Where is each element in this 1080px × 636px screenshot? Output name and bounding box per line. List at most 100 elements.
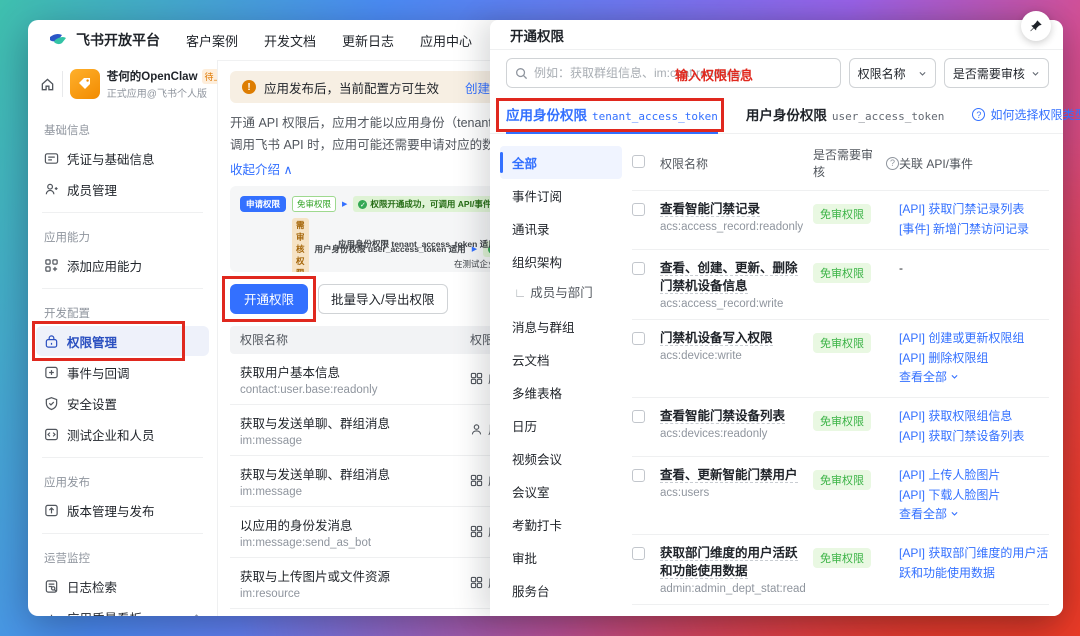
feishu-logo-icon (48, 30, 68, 50)
pin-icon (1029, 19, 1043, 33)
person-icon (470, 423, 483, 436)
brand-name: 飞书开放平台 (76, 30, 160, 50)
permission-row[interactable]: 获取用户维度的用户活跃和功能使用数据admin:admin_user_stat:… (632, 604, 1049, 612)
api-link[interactable]: [事件] 新增门禁访问记录 (899, 220, 1049, 240)
api-link[interactable]: [API] 下载人脸图片 (899, 486, 1049, 506)
permission-title: 门禁机设备写入权限 (660, 331, 773, 346)
checkbox-cell (632, 200, 660, 221)
nav-item-应用中心[interactable]: 应用中心 (420, 31, 472, 50)
permission-row[interactable]: 查看、创建、更新、删除门禁机设备信息acs:access_record:writ… (632, 249, 1049, 319)
permission-cell: 获取用户基本信息contact:user.base:readonly (230, 362, 470, 396)
permission-row[interactable]: 门禁机设备写入权限acs:device:write免审权限[API] 创建或更新… (632, 319, 1049, 397)
brand[interactable]: 飞书开放平台 (48, 30, 160, 50)
category-视频会议[interactable]: 视频会议 (500, 442, 622, 475)
sidebar-item-测试企业和人员[interactable]: 测试企业和人员 (36, 419, 209, 449)
row-checkbox[interactable] (632, 332, 645, 345)
nav-item-客户案例[interactable]: 客户案例 (186, 31, 238, 50)
check-icon: ✓ (358, 200, 367, 209)
row-checkbox[interactable] (632, 203, 645, 216)
review-cell: 免审权限 (813, 544, 899, 568)
app-icon (70, 69, 100, 99)
batch-import-export-button[interactable]: 批量导入/导出权限 (318, 284, 447, 314)
tab-tenant-access-token[interactable]: 应用身份权限 tenant_access_token (506, 104, 718, 134)
category-会议室[interactable]: 会议室 (500, 475, 622, 508)
permission-row[interactable]: 获取部门维度的用户活跃和功能使用数据admin:admin_dept_stat:… (632, 534, 1049, 604)
user-icon (44, 182, 59, 197)
flow-free-result: ✓权限开通成功，可调用 API/事件 (353, 196, 496, 212)
open-permission-button[interactable]: 开通权限 (230, 284, 308, 314)
sidebar-item-日志检索[interactable]: 日志检索 (36, 571, 209, 601)
row-checkbox[interactable] (632, 469, 645, 482)
sidebar-item-安全设置[interactable]: 安全设置 (36, 388, 209, 418)
row-checkbox[interactable] (632, 410, 645, 423)
sidebar-item-添加应用能力[interactable]: 添加应用能力 (36, 250, 209, 280)
permission-code: im:message:send_as_bot (240, 537, 470, 549)
category-list: 全部事件订阅通讯录组织架构∟成员与部门消息与群组云文档多维表格日历视频会议会议室… (490, 134, 622, 612)
category-事件订阅[interactable]: 事件订阅 (500, 179, 622, 212)
view-all-link[interactable]: 查看全部 (899, 368, 1049, 388)
category-组织架构[interactable]: 组织架构 (500, 245, 622, 278)
app-switcher[interactable]: 苍何的OpenClaw待上线 正式应用@飞书个人版 (28, 60, 217, 110)
free-review-tag: 免审权限 (813, 263, 871, 283)
row-checkbox[interactable] (632, 262, 645, 275)
permission-name-filter[interactable]: 权限名称 (849, 58, 936, 88)
permission-code: contact:user.base:readonly (240, 384, 470, 396)
permission-rows: 查看智能门禁记录acs:access_record:readonly免审权限[A… (632, 190, 1049, 612)
pin-button[interactable] (1021, 11, 1051, 41)
grid-plus-icon (44, 258, 59, 273)
select-all-checkbox[interactable] (632, 155, 645, 168)
api-link[interactable]: [API] 获取门禁设备列表 (899, 427, 1049, 447)
chevron-down-icon (950, 505, 959, 525)
category-通讯录[interactable]: 通讯录 (500, 212, 622, 245)
api-link[interactable]: [API] 获取门禁记录列表 (899, 200, 1049, 220)
sidebar: 苍何的OpenClaw待上线 正式应用@飞书个人版 基础信息凭证与基础信息成员管… (28, 60, 218, 616)
api-link[interactable]: [API] 获取部门维度的用户活跃和功能使用数据 (899, 544, 1049, 584)
sidebar-item-label: 应用质量看板 (67, 608, 142, 617)
code-icon (44, 427, 59, 442)
category-云文档[interactable]: 云文档 (500, 343, 622, 376)
permission-title: 查看智能门禁设备列表 (660, 409, 785, 424)
api-link[interactable]: [API] 获取权限组信息 (899, 407, 1049, 427)
sidebar-item-权限管理[interactable]: 权限管理 (36, 326, 209, 356)
api-link[interactable]: [API] 上传人脸图片 (899, 466, 1049, 486)
permission-title: 获取与发送单聊、群组消息 (240, 464, 470, 483)
nav-item-开发文档[interactable]: 开发文档 (264, 31, 316, 50)
col-review: 是否需要审核 (813, 146, 882, 180)
lock-icon (44, 334, 59, 349)
sidebar-item-成员管理[interactable]: 成员管理 (36, 174, 209, 204)
permission-code: acs:device:write (660, 350, 805, 362)
home-icon[interactable] (40, 77, 55, 92)
permission-row[interactable]: 查看智能门禁设备列表acs:devices:readonly免审权限[API] … (632, 397, 1049, 456)
category-多维表格[interactable]: 多维表格 (500, 376, 622, 409)
sidebar-item-凭证与基础信息[interactable]: 凭证与基础信息 (36, 143, 209, 173)
permission-row[interactable]: 查看、更新智能门禁用户acs:users免审权限[API] 上传人脸图片[API… (632, 456, 1049, 534)
sidebar-item-应用质量看板[interactable]: 应用质量看板 (36, 602, 209, 616)
review-required-filter[interactable]: 是否需要审核 (944, 58, 1049, 88)
category-任务[interactable]: 任务 (500, 607, 622, 613)
sidebar-item-版本管理与发布[interactable]: 版本管理与发布 (36, 495, 209, 525)
api-link[interactable]: [API] 删除权限组 (899, 349, 1049, 369)
tab-user-access-token[interactable]: 用户身份权限 user_access_token (746, 104, 945, 134)
row-checkbox[interactable] (632, 547, 645, 560)
flow-apply-node: 申请权限 (240, 196, 286, 212)
permission-code: acs:devices:readonly (660, 428, 805, 440)
event-icon (44, 365, 59, 380)
category-服务台[interactable]: 服务台 (500, 574, 622, 607)
category-消息与群组[interactable]: 消息与群组 (500, 310, 622, 343)
view-all-link[interactable]: 查看全部 (899, 505, 1049, 525)
col-links: 关联 API/事件 (899, 155, 1049, 172)
sidebar-item-事件与回调[interactable]: 事件与回调 (36, 357, 209, 387)
category-全部[interactable]: 全部 (500, 146, 622, 179)
category-日历[interactable]: 日历 (500, 409, 622, 442)
category-考勤打卡[interactable]: 考勤打卡 (500, 508, 622, 541)
category-审批[interactable]: 审批 (500, 541, 622, 574)
divider (42, 457, 203, 458)
category-成员与部门[interactable]: ∟成员与部门 (500, 278, 606, 310)
permission-row[interactable]: 查看智能门禁记录acs:access_record:readonly免审权限[A… (632, 190, 1049, 249)
api-link[interactable]: [API] 创建或更新权限组 (899, 329, 1049, 349)
permission-type-help-link[interactable]: ? 如何选择权限类型? (972, 106, 1080, 131)
nav-item-更新日志[interactable]: 更新日志 (342, 31, 394, 50)
flow-app-perm-node: 应用身份权限 tenant_access_token 适用 (338, 238, 497, 250)
review-cell: 免审权限 (813, 466, 899, 490)
sidebar-item-label: 添加应用能力 (67, 256, 142, 275)
